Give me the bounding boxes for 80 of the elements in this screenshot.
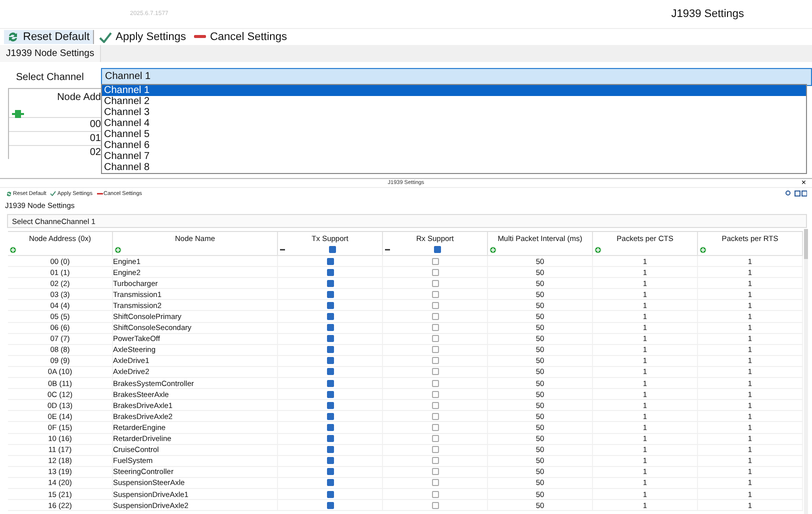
close-button[interactable]: × xyxy=(801,178,806,187)
checkbox[interactable] xyxy=(329,246,336,253)
checkbox[interactable] xyxy=(432,402,438,409)
add-icon[interactable] xyxy=(595,246,601,252)
checkbox[interactable] xyxy=(432,435,438,442)
checkbox[interactable] xyxy=(432,390,438,398)
checkbox[interactable] xyxy=(326,479,334,486)
checkbox[interactable] xyxy=(432,290,438,298)
checkbox[interactable] xyxy=(326,258,334,265)
dropdown-option[interactable]: Channel 6 xyxy=(102,140,806,151)
minus-icon xyxy=(194,35,206,39)
checkbox[interactable] xyxy=(326,346,334,354)
dropdown-option[interactable]: Channel 1 xyxy=(102,85,806,96)
checkbox[interactable] xyxy=(432,446,438,454)
checkbox[interactable] xyxy=(432,302,438,309)
dropdown-option[interactable]: Channel 5 xyxy=(102,129,806,140)
checkbox[interactable] xyxy=(432,468,438,476)
toolbar-button[interactable]: Cancel Settings xyxy=(190,30,290,44)
checkbox[interactable] xyxy=(326,313,334,320)
channel-label: Select Channel xyxy=(15,72,85,82)
checkbox[interactable] xyxy=(432,380,438,387)
checkbox[interactable] xyxy=(326,302,334,309)
checkbox[interactable] xyxy=(326,424,334,431)
dropdown-option[interactable]: Channel 2 xyxy=(102,96,806,107)
check-icon xyxy=(50,191,56,196)
window-tools-icon[interactable] xyxy=(785,190,807,197)
table-cell: 00 xyxy=(90,119,101,130)
toolbar-button[interactable]: Apply Settings xyxy=(96,30,189,44)
table-cell: 01 xyxy=(90,133,101,144)
checkbox[interactable] xyxy=(432,490,438,498)
refresh-icon xyxy=(6,190,12,196)
checkbox[interactable] xyxy=(326,390,334,398)
minus-icon xyxy=(96,192,102,194)
window-title: J1939 Settings xyxy=(671,8,744,20)
checkbox[interactable] xyxy=(432,280,438,287)
checkbox[interactable] xyxy=(326,380,334,387)
column-header[interactable]: Node Add xyxy=(9,89,101,105)
checkbox[interactable] xyxy=(432,479,438,486)
checkbox[interactable] xyxy=(326,490,334,498)
checkbox[interactable] xyxy=(432,313,438,320)
checkbox[interactable] xyxy=(432,368,438,376)
checkbox[interactable] xyxy=(326,324,334,332)
check-icon xyxy=(98,32,112,42)
checkbox[interactable] xyxy=(326,435,334,442)
checkbox[interactable] xyxy=(326,412,334,420)
checkbox[interactable] xyxy=(432,324,438,332)
dropdown-option[interactable]: Channel 4 xyxy=(102,118,806,129)
dropdown-option[interactable]: Channel 7 xyxy=(102,151,806,162)
add-icon[interactable] xyxy=(115,246,121,252)
checkbox[interactable] xyxy=(432,258,438,265)
dropdown-option[interactable]: Channel 3 xyxy=(102,107,806,118)
checkbox[interactable] xyxy=(326,368,334,376)
checkbox[interactable] xyxy=(326,280,334,287)
add-icon[interactable] xyxy=(490,246,496,252)
refresh-icon xyxy=(7,31,19,43)
checkbox[interactable] xyxy=(326,502,334,509)
add-icon[interactable] xyxy=(700,246,706,252)
checkbox[interactable] xyxy=(326,268,334,276)
dropdown-option[interactable]: Channel 8 xyxy=(102,162,806,173)
checkbox[interactable] xyxy=(432,346,438,354)
checkbox[interactable] xyxy=(432,502,438,509)
checkbox[interactable] xyxy=(326,357,334,364)
add-icon[interactable] xyxy=(10,246,16,252)
checkbox[interactable] xyxy=(326,290,334,298)
add-icon[interactable] xyxy=(12,110,24,118)
tab[interactable]: J1939 Node Settings xyxy=(0,45,102,62)
checkbox[interactable] xyxy=(326,402,334,409)
checkbox[interactable] xyxy=(432,412,438,420)
toolbar-button[interactable]: Reset Default xyxy=(4,30,94,44)
checkbox[interactable] xyxy=(432,268,438,276)
table-cell: 02 xyxy=(90,147,101,158)
checkbox[interactable] xyxy=(434,246,441,253)
checkbox[interactable] xyxy=(326,335,334,342)
checkbox[interactable] xyxy=(326,457,334,464)
checkbox[interactable] xyxy=(432,335,438,342)
checkbox[interactable] xyxy=(326,446,334,454)
checkbox[interactable] xyxy=(326,468,334,476)
checkbox[interactable] xyxy=(432,457,438,464)
checkbox[interactable] xyxy=(432,357,438,364)
checkbox[interactable] xyxy=(432,424,438,431)
